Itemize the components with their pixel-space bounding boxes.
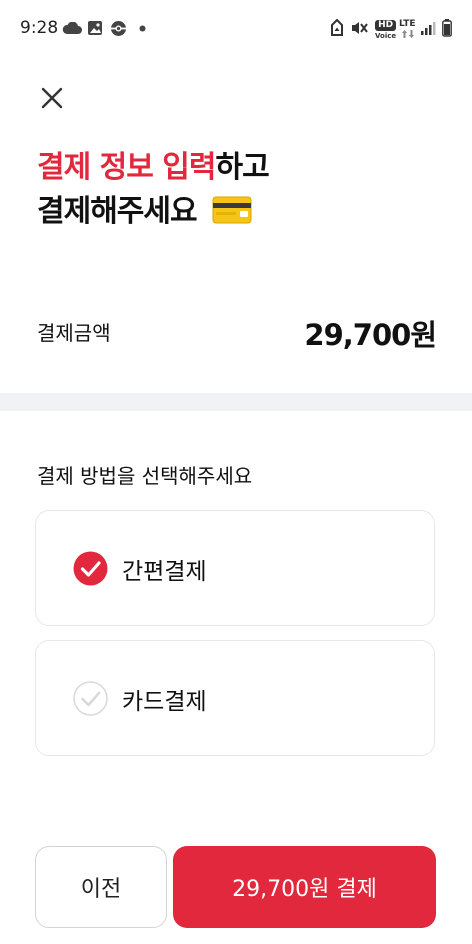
signal-icon bbox=[421, 22, 436, 35]
hd-label: HD bbox=[375, 20, 397, 31]
pay-button[interactable]: 29,700원 결제 bbox=[173, 846, 436, 928]
prev-button[interactable]: 이전 bbox=[35, 846, 167, 928]
title-line-1: 결제 정보 입력하고 bbox=[37, 146, 270, 190]
close-icon[interactable] bbox=[36, 82, 68, 114]
voice-label: Voice bbox=[375, 32, 397, 40]
amount-value: 29,700원 bbox=[304, 318, 437, 352]
section-divider bbox=[0, 393, 472, 411]
amount-label: 결제금액 bbox=[37, 321, 111, 345]
title-rest: 하고 bbox=[215, 150, 270, 185]
status-bar: 9:28 HD Voice LTE bbox=[0, 0, 472, 60]
page-title: 결제 정보 입력하고 결제해주세요 bbox=[37, 146, 270, 234]
payment-option-card-pay[interactable]: 카드결제 bbox=[35, 640, 435, 756]
image-icon bbox=[88, 21, 102, 35]
title-accent: 결제 정보 입력 bbox=[37, 150, 216, 185]
dot-icon bbox=[139, 25, 146, 32]
payment-method-title: 결제 방법을 선택해주세요 bbox=[37, 464, 253, 488]
payment-option-label: 카드결제 bbox=[122, 689, 207, 715]
hd-voice-label: HD Voice bbox=[375, 20, 397, 41]
title-line-2: 결제해주세요 bbox=[37, 190, 269, 234]
data-arrows-icon bbox=[402, 30, 414, 38]
pokeball-icon bbox=[111, 21, 126, 36]
data-saver-icon bbox=[331, 19, 343, 36]
lte-label: LTE bbox=[399, 19, 416, 29]
vibrate-mute-icon bbox=[352, 22, 368, 34]
payment-option-easy-pay[interactable]: 간편결제 bbox=[35, 510, 435, 626]
title-line-2-text: 결제해주세요 bbox=[37, 194, 198, 229]
status-time: 9:28 bbox=[20, 18, 59, 38]
payment-option-label: 간편결제 bbox=[122, 559, 207, 585]
battery-icon bbox=[442, 19, 452, 37]
credit-card-icon bbox=[212, 196, 252, 223]
cloud-icon bbox=[62, 22, 82, 34]
check-selected-icon bbox=[73, 551, 108, 586]
check-unselected-icon bbox=[73, 681, 108, 716]
